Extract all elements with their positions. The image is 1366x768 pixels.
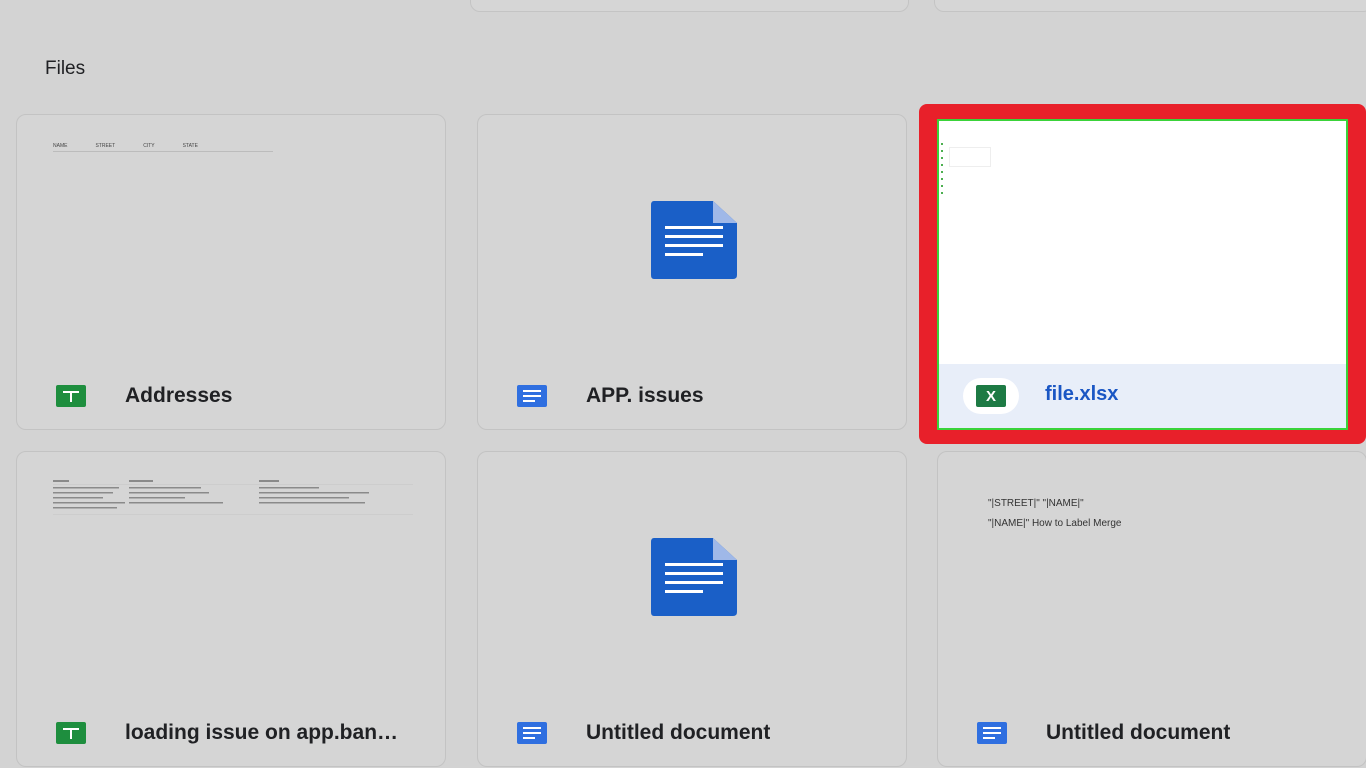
file-name[interactable]: Untitled document	[586, 721, 770, 745]
file-thumbnail: "|STREET|" "|NAME|" "|NAME|" How to Labe…	[938, 452, 1366, 702]
file-name[interactable]: Addresses	[125, 384, 232, 408]
excel-icon: X	[976, 385, 1006, 407]
file-card-footer: APP. issues	[478, 365, 906, 429]
preview-header: STATE	[182, 143, 198, 149]
file-card-untitled-document[interactable]: Untitled document	[477, 451, 907, 767]
sheet-preview-marks	[941, 143, 944, 199]
preview-line: "|NAME|" How to Label Merge	[988, 518, 1122, 529]
partial-card-top	[934, 0, 1366, 12]
sheet-preview	[53, 480, 413, 515]
file-card-addresses[interactable]: NAME STREET CITY STATE Addresses	[16, 114, 446, 430]
preview-header: STREET	[95, 143, 116, 149]
file-name[interactable]: Untitled document	[1046, 721, 1230, 745]
file-card-footer: Addresses	[17, 365, 445, 429]
file-name[interactable]: file.xlsx	[1045, 383, 1118, 406]
file-card-loading-issue[interactable]: loading issue on app.ban…	[16, 451, 446, 767]
file-card-untitled-document-2[interactable]: "|STREET|" "|NAME|" "|NAME|" How to Labe…	[937, 451, 1366, 767]
preview-header: CITY	[143, 143, 155, 149]
file-name[interactable]: APP. issues	[586, 384, 704, 408]
preview-line: "|STREET|" "|NAME|"	[988, 498, 1084, 509]
file-name[interactable]: loading issue on app.ban…	[125, 721, 398, 745]
section-title: Files	[45, 58, 86, 79]
docs-large-icon	[651, 201, 737, 279]
file-card-file-xlsx[interactable]: X file.xlsx	[937, 119, 1348, 430]
file-thumbnail	[478, 452, 906, 702]
partial-card-top	[470, 0, 909, 12]
sheets-icon	[55, 384, 87, 408]
file-thumbnail	[17, 452, 445, 702]
docs-large-icon	[651, 538, 737, 616]
file-card-footer: X file.xlsx	[939, 364, 1346, 428]
docs-icon	[516, 721, 548, 745]
sheets-icon	[55, 721, 87, 745]
file-card-footer: loading issue on app.ban…	[17, 702, 445, 766]
docs-icon	[516, 384, 548, 408]
sheet-preview-cell	[949, 147, 991, 167]
file-thumbnail: NAME STREET CITY STATE	[17, 115, 445, 365]
selected-file-highlight: X file.xlsx	[919, 104, 1366, 444]
file-card-footer: Untitled document	[938, 702, 1366, 766]
file-card-app-issues[interactable]: APP. issues	[477, 114, 907, 430]
file-thumbnail	[478, 115, 906, 365]
docs-icon	[976, 721, 1008, 745]
excel-icon-badge: X	[963, 378, 1019, 414]
file-card-footer: Untitled document	[478, 702, 906, 766]
preview-header: NAME	[53, 143, 68, 149]
